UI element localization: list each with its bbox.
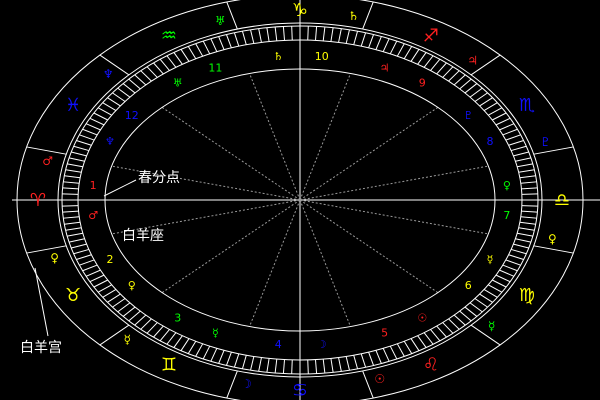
house-ruler-icon: ♇ [463,109,473,122]
zodiac-chart: ♈ ♉ ♊ ♋ ♌ ♍ ♎ ♏ ♐ ♑ ♒ ♓ ♂ ♀ ☿ ☽ ☉ ☿ ♀ ♇ ♃ ♄ ♅ ♆ 1 ♂ 2 ♀ 3 ☿ 4 ☽ 5 ☉ 6 ☿ 7 ♀ 8… [0,0,600,400]
sagittarius-sign: ♐ [423,25,439,46]
house-ruler-icon: ♅ [173,77,183,90]
house-number: 11 [208,62,222,75]
house-ruler-icon: ♀ [503,179,511,192]
libra-sign: ♎ [554,190,570,211]
house-ruler-icon: ♃ [380,62,390,75]
degree-tick [307,26,309,41]
house-ruler-icon: ☽ [317,338,327,351]
house-ruler-icon: ♄ [273,50,283,63]
gemini-sign: ♊ [161,355,177,376]
house-ruler-icon: ♀ [128,279,136,292]
scorpio-sign: ♏ [519,95,535,116]
pisces-sign: ♓ [65,95,81,116]
sun-icon: ☉ [374,372,385,386]
taurus-sign: ♉ [65,285,81,306]
degree-tick [291,26,293,41]
house-number: 2 [106,253,113,266]
moon-icon: ☽ [241,377,252,391]
mars-icon: ♂ [42,154,53,168]
house-ruler-icon: ♆ [105,135,115,148]
aries-sign: ♈ [30,190,46,211]
house-number: 5 [381,326,388,339]
house-number: 3 [174,311,181,324]
jupiter-icon: ♃ [467,53,478,67]
pluto-icon: ♇ [540,135,551,149]
uranus-icon: ♅ [215,14,226,28]
cancer-sign: ♋ [292,380,308,400]
house-ruler-icon: ☿ [212,326,219,339]
house-number: 9 [419,77,426,90]
house-number: 1 [90,179,97,192]
saturn-icon: ♄ [348,9,359,23]
degree-tick [291,359,293,374]
house-number: 7 [503,209,510,222]
house-number: 4 [275,338,282,351]
house-number: 12 [125,109,139,122]
virgo-sign: ♍ [519,285,535,306]
house-ruler-icon: ♂ [88,209,98,222]
mercury-icon: ☿ [488,319,495,333]
aries-house-label: 白羊宫 [20,340,62,356]
aquarius-sign: ♒ [161,25,177,46]
house-ruler-icon: ☿ [487,253,494,266]
house-number: 6 [465,279,472,292]
house-number: 10 [315,50,329,63]
degree-tick [307,359,309,374]
house-number: 8 [487,135,494,148]
capricorn-sign: ♑ [292,0,308,21]
venus-icon: ♀ [548,232,557,246]
neptune-icon: ♆ [103,67,114,81]
venus-icon: ♀ [50,251,59,265]
mercury-icon: ☿ [124,333,131,347]
vernal-equinox-label: 春分点 [138,170,180,186]
house-ruler-icon: ☉ [417,311,427,324]
aries-constellation-label: 白羊座 [122,228,164,244]
leo-sign: ♌ [423,355,439,376]
